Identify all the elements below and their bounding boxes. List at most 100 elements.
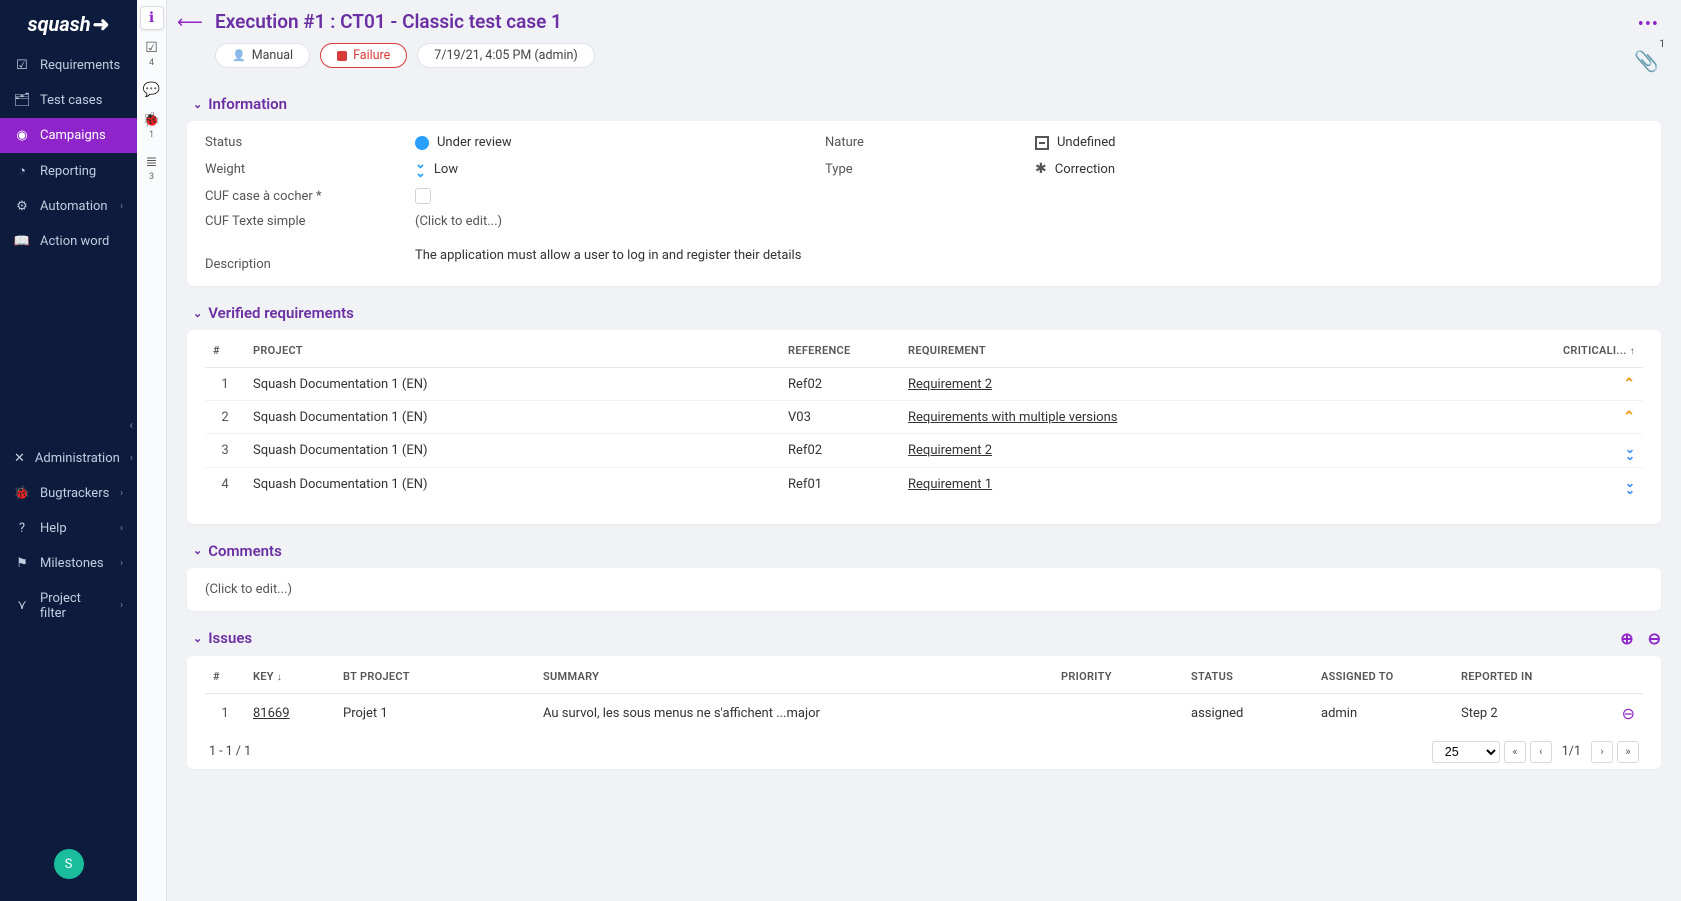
anchor-badge: 1 bbox=[149, 130, 154, 140]
anchor-list[interactable]: ≣3 bbox=[140, 150, 164, 174]
sidebar-item-label: Milestones bbox=[40, 556, 104, 571]
icol-status[interactable]: STATUS bbox=[1183, 660, 1313, 694]
anchor-badge: 3 bbox=[149, 172, 154, 182]
sidebar-item-label: Project filter bbox=[40, 591, 110, 621]
label-type: Type bbox=[825, 162, 1035, 177]
information-panel: Status Under review Nature Undefined Wei… bbox=[187, 121, 1661, 286]
value-description[interactable]: The application must allow a user to log… bbox=[415, 239, 1643, 272]
more-actions-icon[interactable]: ••• bbox=[1638, 14, 1659, 35]
col-reference[interactable]: REFERENCE bbox=[780, 334, 900, 368]
table-row[interactable]: 2Squash Documentation 1 (EN)V03Requireme… bbox=[205, 401, 1643, 434]
requirement-link[interactable]: Requirement 2 bbox=[908, 377, 992, 392]
remove-issue-button[interactable]: ⊖ bbox=[1648, 629, 1661, 648]
sidebar-item-bugtrackers[interactable]: 🐞Bugtrackers› bbox=[0, 476, 137, 511]
icol-assigned[interactable]: ASSIGNED TO bbox=[1313, 660, 1453, 694]
comments-field[interactable]: (Click to edit...) bbox=[205, 582, 1643, 597]
requirement-link[interactable]: Requirements with multiple versions bbox=[908, 410, 1117, 425]
bug-icon: 🐞 bbox=[14, 486, 30, 501]
anchor-steps[interactable]: ☑4 bbox=[140, 36, 164, 60]
icol-reported[interactable]: REPORTED IN bbox=[1453, 660, 1613, 694]
criticality-up-icon: ⌃ bbox=[1623, 376, 1635, 392]
cell-project: Squash Documentation 1 (EN) bbox=[245, 468, 780, 502]
requirement-link[interactable]: Requirement 2 bbox=[908, 443, 992, 458]
chevron-down-icon: ⌄ bbox=[193, 632, 202, 645]
requirements-table: # PROJECT REFERENCE REQUIREMENT CRITICAL… bbox=[205, 334, 1643, 501]
pager-last-button[interactable]: » bbox=[1617, 741, 1639, 763]
cell-num: 4 bbox=[205, 468, 245, 502]
tree-icon: 🗂 bbox=[14, 93, 30, 108]
icol-key[interactable]: KEY↓ bbox=[245, 660, 335, 694]
value-type[interactable]: ✱Correction bbox=[1035, 161, 1643, 177]
sidebar-item-project-filter[interactable]: ⋎ Project filter › bbox=[0, 581, 137, 631]
pager-next-button[interactable]: › bbox=[1591, 741, 1613, 763]
comments-icon: 💬 bbox=[143, 82, 160, 98]
weight-icon: ⌄⌄ bbox=[415, 160, 426, 178]
section-information-header[interactable]: ⌄Information bbox=[193, 95, 1661, 113]
table-row[interactable]: 3Squash Documentation 1 (EN)Ref02Require… bbox=[205, 434, 1643, 468]
gear-icon: ⚙ bbox=[14, 199, 30, 214]
sidebar-item-milestones[interactable]: ⚑Milestones› bbox=[0, 546, 137, 581]
sidebar: squash➜ ☑Requirements🗂Test cases◉Campaig… bbox=[0, 0, 137, 901]
anchor-issues[interactable]: 🐞1 bbox=[140, 108, 164, 132]
cell-num: 1 bbox=[205, 368, 245, 401]
sidebar-item-requirements[interactable]: ☑Requirements bbox=[0, 48, 137, 83]
col-criticality[interactable]: CRITICALI...↑ bbox=[1533, 334, 1643, 368]
sidebar-item-reporting[interactable]: ◔Reporting bbox=[0, 153, 137, 189]
value-cuf-text[interactable]: (Click to edit...) bbox=[415, 214, 825, 229]
checkbox-icon[interactable] bbox=[415, 188, 431, 204]
attachment-icon[interactable]: 📎1 bbox=[1634, 49, 1659, 73]
pager-first-button[interactable]: « bbox=[1504, 741, 1526, 763]
row-delete-button[interactable]: ⊖ bbox=[1613, 693, 1643, 733]
sidebar-item-help[interactable]: ?Help› bbox=[0, 511, 137, 546]
icol-summary[interactable]: SUMMARY bbox=[535, 660, 1053, 694]
chevron-down-icon: ⌄ bbox=[193, 307, 202, 320]
icol-num[interactable]: # bbox=[205, 660, 245, 694]
add-issue-button[interactable]: ⊕ bbox=[1620, 629, 1633, 648]
timestamp-pill: 7/19/21, 4:05 PM (admin) bbox=[417, 43, 595, 68]
anchor-info[interactable]: ℹ bbox=[140, 6, 164, 30]
sidebar-item-campaigns[interactable]: ◉Campaigns bbox=[0, 118, 137, 153]
table-row[interactable]: 1Squash Documentation 1 (EN)Ref02Require… bbox=[205, 368, 1643, 401]
sidebar-item-label: Campaigns bbox=[40, 128, 106, 143]
icol-btproject[interactable]: BT PROJECT bbox=[335, 660, 535, 694]
issue-key-link[interactable]: 81669 bbox=[253, 706, 290, 721]
col-num[interactable]: # bbox=[205, 334, 245, 368]
sidebar-collapse-icon[interactable]: ‹ bbox=[129, 418, 133, 432]
page-size-select[interactable]: 25 bbox=[1432, 741, 1500, 763]
anchor-comments[interactable]: 💬 bbox=[140, 78, 164, 102]
col-requirement[interactable]: REQUIREMENT bbox=[900, 334, 1533, 368]
col-project[interactable]: PROJECT bbox=[245, 334, 780, 368]
table-row[interactable]: 4Squash Documentation 1 (EN)Ref01Require… bbox=[205, 468, 1643, 502]
mode-pill[interactable]: 👤Manual bbox=[215, 43, 310, 68]
section-verified-header[interactable]: ⌄Verified requirements bbox=[193, 304, 1661, 322]
pager-prev-button[interactable]: ‹ bbox=[1530, 741, 1552, 763]
table-row[interactable]: 181669Projet 1Au survol, les sous menus … bbox=[205, 693, 1643, 733]
status-pill[interactable]: Failure bbox=[320, 43, 407, 68]
issues-footer: 1 - 1 / 1 25 « ‹ 1/1 › » bbox=[205, 733, 1643, 763]
back-button[interactable]: ⟵ bbox=[177, 12, 201, 33]
criticality-up-icon: ⌃ bbox=[1623, 409, 1635, 425]
sidebar-item-administration[interactable]: ✕Administration› bbox=[0, 441, 137, 476]
value-weight[interactable]: ⌄⌄Low bbox=[415, 160, 825, 178]
sidebar-item-test-cases[interactable]: 🗂Test cases bbox=[0, 83, 137, 118]
sidebar-item-action-word[interactable]: 📖Action word bbox=[0, 224, 137, 259]
page-header: ⟵ Execution #1 : CT01 - Classic test cas… bbox=[167, 0, 1681, 79]
content-scroll[interactable]: ⌄Information Status Under review Nature … bbox=[167, 79, 1681, 901]
pagination-range: 1 - 1 / 1 bbox=[209, 744, 251, 759]
requirement-link[interactable]: Requirement 1 bbox=[908, 477, 992, 492]
section-issues-header[interactable]: ⌄Issues ⊕ ⊖ bbox=[193, 629, 1661, 648]
cell-project: Squash Documentation 1 (EN) bbox=[245, 401, 780, 434]
value-status[interactable]: Under review bbox=[415, 135, 825, 150]
page-title: Execution #1 : CT01 - Classic test case … bbox=[215, 10, 1620, 33]
sidebar-item-automation[interactable]: ⚙Automation› bbox=[0, 189, 137, 224]
cell-summary: Au survol, les sous menus ne s'affichent… bbox=[535, 693, 1053, 733]
avatar[interactable]: S bbox=[54, 849, 84, 879]
value-cuf-check[interactable] bbox=[415, 188, 825, 204]
cell-reference: Ref02 bbox=[780, 368, 900, 401]
filter-icon: ⋎ bbox=[14, 598, 30, 613]
icol-priority[interactable]: PRIORITY bbox=[1053, 660, 1183, 694]
nav-bottom: ✕Administration›🐞Bugtrackers›?Help›⚑Mile… bbox=[0, 441, 137, 834]
section-comments-header[interactable]: ⌄Comments bbox=[193, 542, 1661, 560]
value-nature[interactable]: Undefined bbox=[1035, 135, 1643, 150]
chevron-right-icon: › bbox=[120, 600, 123, 611]
